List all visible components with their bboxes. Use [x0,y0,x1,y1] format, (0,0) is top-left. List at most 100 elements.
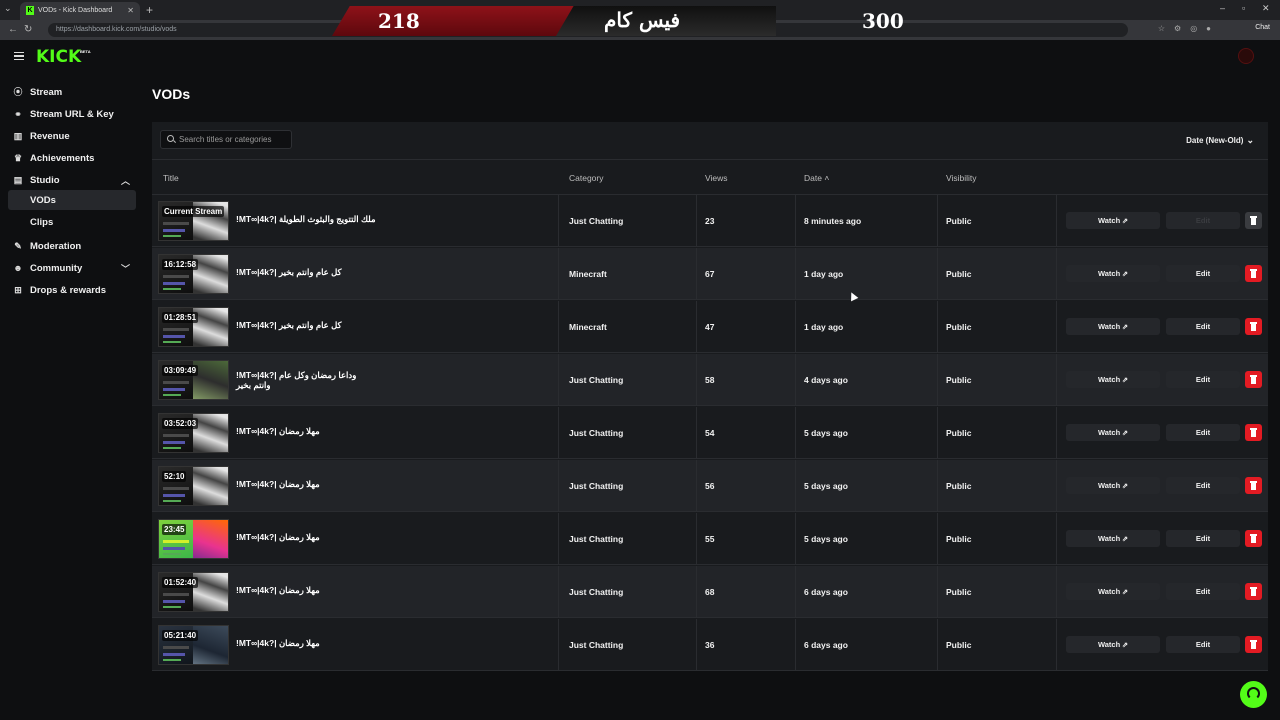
delete-button[interactable] [1245,424,1262,441]
minimize-icon[interactable]: – [1220,3,1225,13]
edit-button[interactable]: Edit [1166,530,1240,547]
vod-thumbnail[interactable]: 01:52:40 [158,572,229,612]
edit-button[interactable]: Edit [1166,477,1240,494]
sidebar-item-achievements[interactable]: ♛ Achievements [8,148,136,168]
window-close-icon[interactable]: ✕ [1262,3,1270,14]
watch-button[interactable]: Watch ⇗ [1066,318,1160,335]
page-title: VODs [152,86,191,102]
avatar[interactable] [1238,48,1254,64]
table-row[interactable]: 16:12:58 !MT∞|4k?| كل عام وانتم بخير Min… [152,248,1268,300]
table-header: Title Category Views Date ˄ Visibility [152,159,1268,195]
delete-button[interactable] [1245,318,1262,335]
sidebar-item-stream[interactable]: ⦿ Stream [8,82,136,102]
chat-button[interactable]: Chat [1255,24,1270,31]
edit-button[interactable]: Edit [1166,265,1240,282]
watch-button[interactable]: Watch ⇗ [1066,636,1160,653]
overlay-center-text: فيس كام [604,8,681,32]
delete-button[interactable] [1245,530,1262,547]
watch-button[interactable]: Watch ⇗ [1066,265,1160,282]
column-divider [1056,248,1057,300]
watch-button[interactable]: Watch ⇗ [1066,530,1160,547]
duration-badge: 23:45 [162,524,187,535]
vod-thumbnail[interactable]: Current Stream [158,201,229,241]
close-icon[interactable]: ✕ [127,6,134,15]
trash-icon [1250,216,1257,225]
vod-thumbnail[interactable]: 03:09:49 [158,360,229,400]
sidebar-item-revenue[interactable]: ▥ Revenue [8,126,136,146]
vod-title: !MT∞|4k?| مهلا رمضان [236,479,320,489]
delete-button[interactable] [1245,583,1262,600]
column-views[interactable]: Views [705,173,728,183]
maximize-icon[interactable]: ▫ [1242,3,1245,13]
table-row[interactable]: 01:28:51 !MT∞|4k?| كل عام وانتم بخير Min… [152,301,1268,353]
sidebar-item-stream-url-key[interactable]: ⚭ Stream URL & Key [8,104,136,124]
table-row[interactable]: 03:52:03 !MT∞|4k?| مهلا رمضان Just Chatt… [152,407,1268,459]
vod-thumbnail[interactable]: 03:52:03 [158,413,229,453]
delete-button[interactable] [1245,265,1262,282]
sidebar-item-label: Stream [30,87,63,98]
edit-label: Edit [1195,322,1211,331]
sidebar-item-community[interactable]: ☻ Community ﹀ [8,258,136,278]
vod-date: 5 days ago [804,481,848,491]
edit-button[interactable]: Edit [1166,424,1240,441]
watch-label: Watch [1097,269,1121,278]
back-icon[interactable]: ← [8,24,18,35]
column-date[interactable]: Date ˄ [804,173,829,183]
duration-badge: Current Stream [162,206,225,217]
edit-button[interactable]: Edit [1166,371,1240,388]
browser-tab[interactable]: K VODs - Kick Dashboard ✕ [20,2,140,20]
watch-button[interactable]: Watch ⇗ [1066,583,1160,600]
menu-icon[interactable] [14,52,24,60]
extension-icons[interactable]: ☆⚙◎● [1158,24,1220,33]
table-row[interactable]: Current Stream !MT∞|4k?| ملك التتويج وال… [152,195,1268,247]
table-row[interactable]: 05:21:40 !MT∞|4k?| مهلا رمضان Just Chatt… [152,619,1268,671]
vod-visibility: Public [946,587,972,597]
delete-button[interactable] [1245,371,1262,388]
delete-button[interactable] [1245,477,1262,494]
column-title[interactable]: Title [163,173,179,183]
search-input[interactable]: Search titles or categories [160,130,292,149]
vod-thumbnail[interactable]: 16:12:58 [158,254,229,294]
vod-category: Just Chatting [569,481,624,491]
vod-thumbnail[interactable]: 52:10 [158,466,229,506]
watch-button[interactable]: Watch ⇗ [1066,212,1160,229]
edit-button[interactable]: Edit [1166,583,1240,600]
vod-thumbnail[interactable]: 23:45 [158,519,229,559]
sidebar-item-studio[interactable]: ▤ Studio ︿ [8,170,136,190]
edit-button[interactable]: Edit [1166,318,1240,335]
watch-label: Watch [1097,216,1121,225]
reload-icon[interactable]: ↻ [24,24,32,35]
column-visibility[interactable]: Visibility [946,173,977,183]
new-tab-icon[interactable]: + [146,3,153,17]
sidebar-item-vods[interactable]: VODs [8,190,136,210]
watch-button[interactable]: Watch ⇗ [1066,477,1160,494]
vod-views: 68 [705,587,715,597]
watch-button[interactable]: Watch ⇗ [1066,424,1160,441]
vod-thumbnail[interactable]: 01:28:51 [158,307,229,347]
vod-visibility: Public [946,269,972,279]
table-row[interactable]: 23:45 !MT∞|4k?| مهلا رمضان Just Chatting… [152,513,1268,565]
sidebar-item-clips[interactable]: Clips [8,212,136,232]
vod-title: !MT∞|4k?| ملك التتويج والبثوث الطويلة [236,214,376,224]
trash-icon [1250,587,1257,596]
table-row[interactable]: 03:09:49 !MT∞|4k?| وداعا رمضان وكل عام و… [152,354,1268,406]
delete-button[interactable] [1245,636,1262,653]
table-row[interactable]: 01:52:40 !MT∞|4k?| مهلا رمضان Just Chatt… [152,566,1268,618]
sidebar-item-moderation[interactable]: ✎ Moderation [8,236,136,256]
kick-logo[interactable]: KICK [36,47,81,67]
sort-dropdown[interactable]: Date (New-Old) ⌄ [1186,135,1254,146]
trash-icon [1250,322,1257,331]
help-chat-button[interactable] [1240,681,1267,708]
vod-thumbnail[interactable]: 05:21:40 [158,625,229,665]
vod-category: Just Chatting [569,534,624,544]
duration-badge: 03:09:49 [162,365,199,376]
sidebar-item-drops-rewards[interactable]: ⊞ Drops & rewards [8,280,136,300]
watch-label: Watch [1097,322,1121,331]
table-row[interactable]: 52:10 !MT∞|4k?| مهلا رمضان Just Chatting… [152,460,1268,512]
vod-date: 1 day ago [804,322,844,332]
column-category[interactable]: Category [569,173,604,183]
edit-label: Edit [1195,640,1211,649]
watch-button[interactable]: Watch ⇗ [1066,371,1160,388]
edit-button[interactable]: Edit [1166,636,1240,653]
tab-list-icon[interactable]: ⌄ [4,3,12,14]
